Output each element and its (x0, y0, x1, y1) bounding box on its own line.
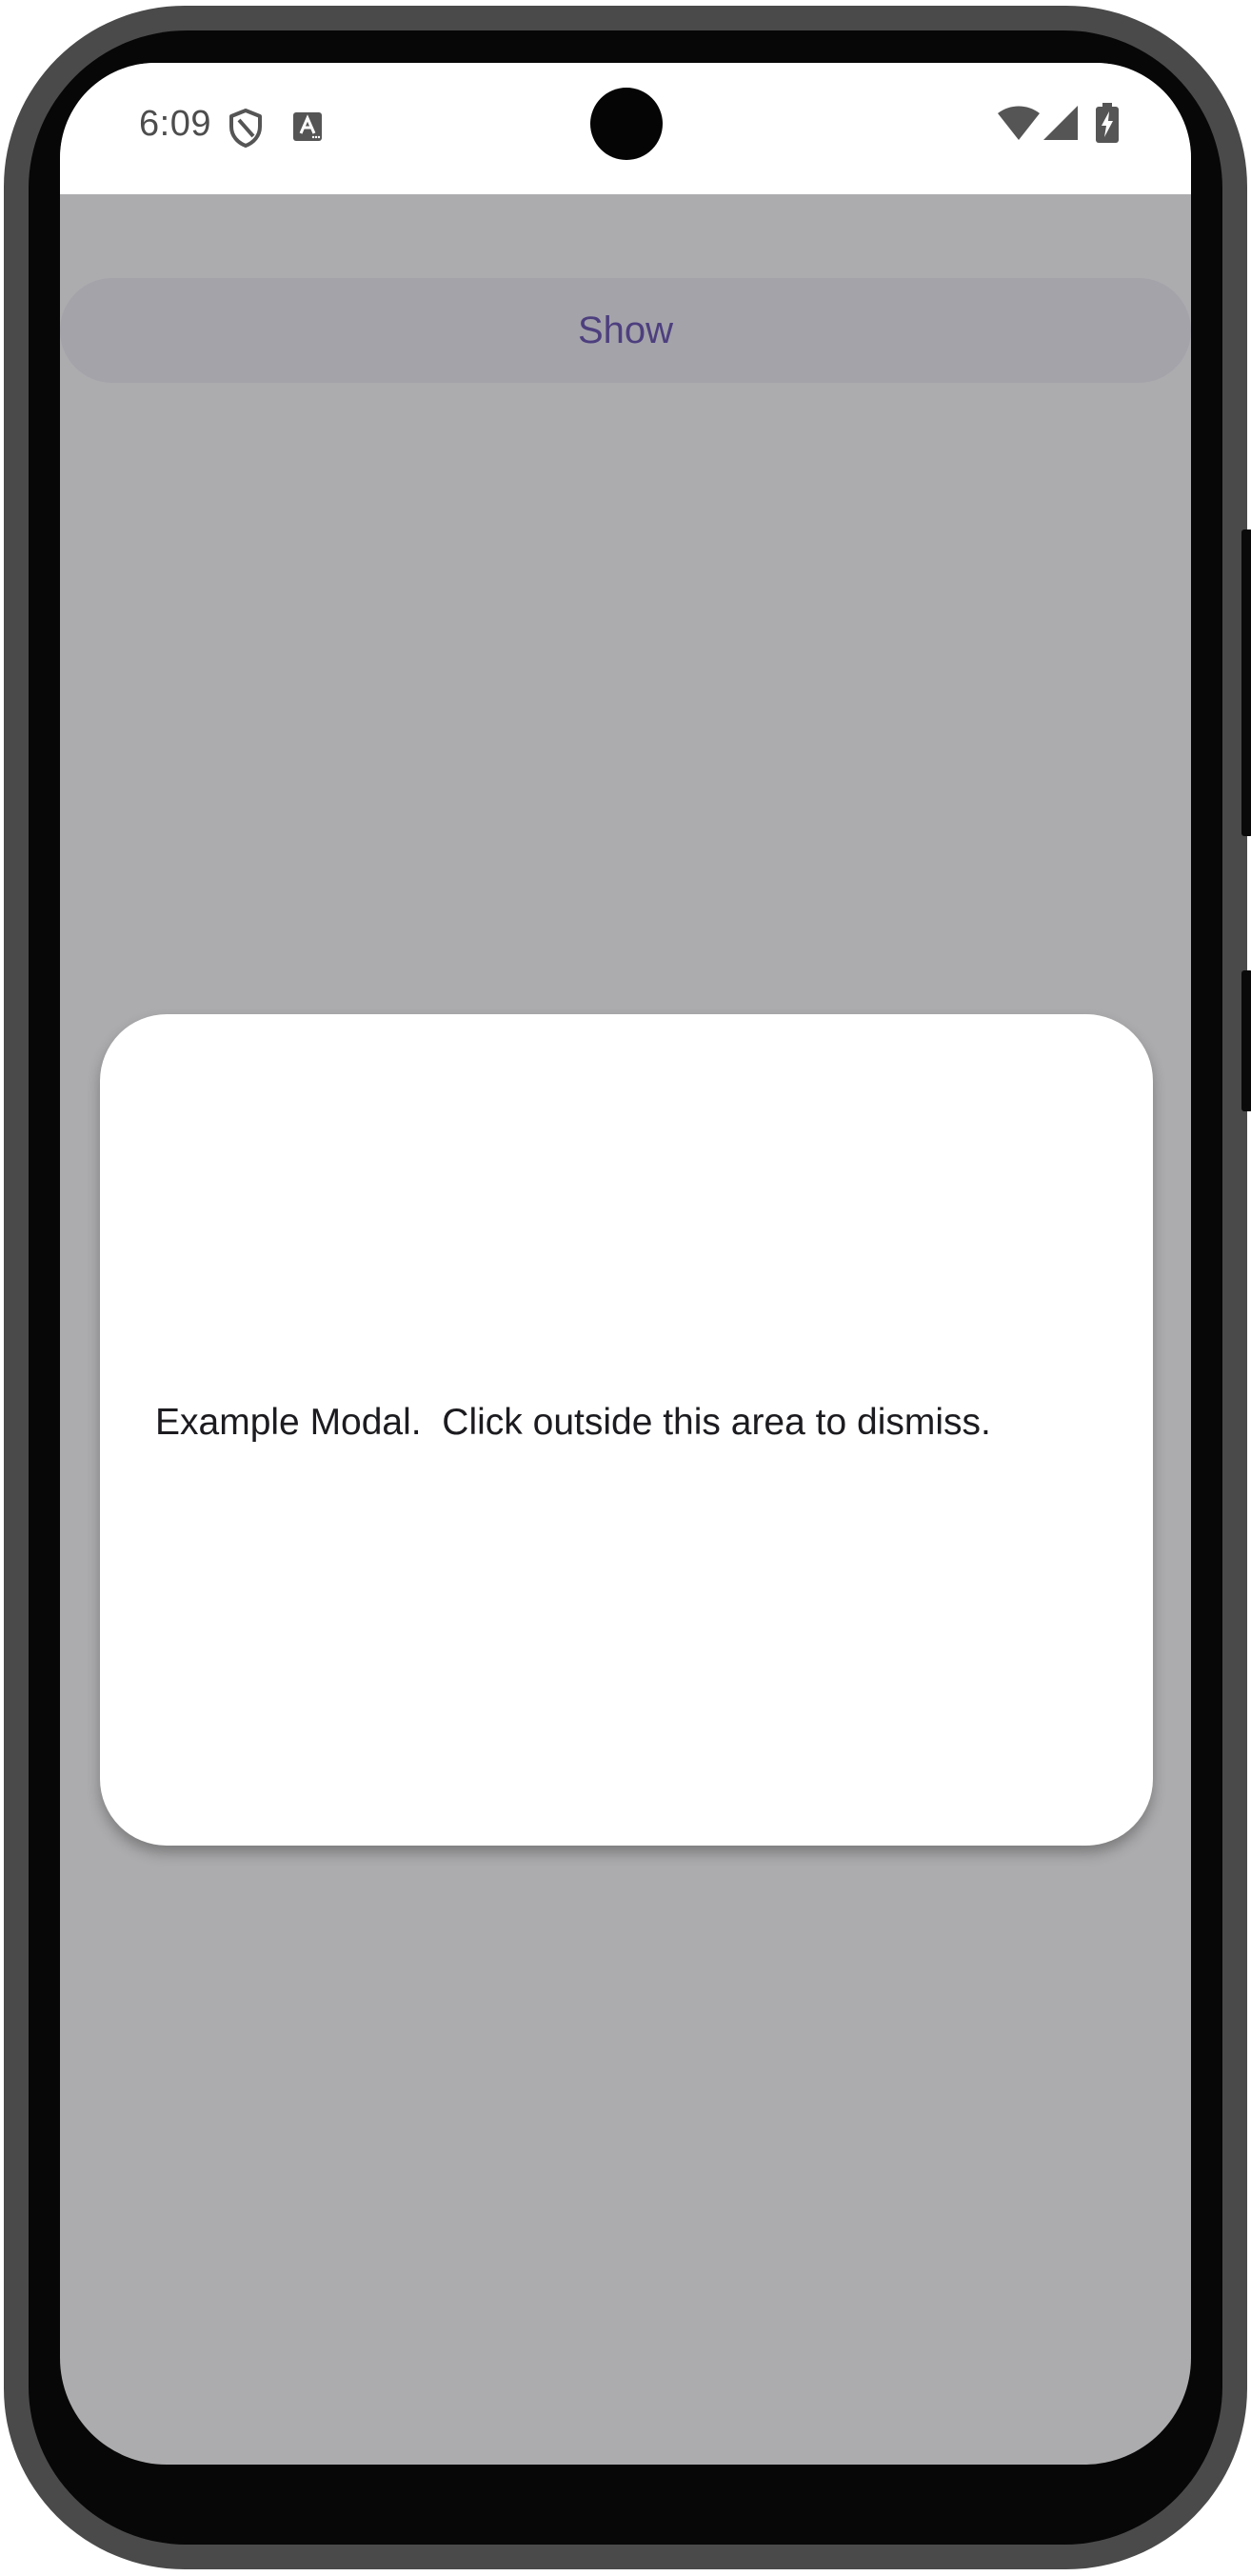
status-bar: 6:09 (60, 63, 1191, 194)
show-button-label: Show (577, 309, 674, 351)
show-button[interactable]: Show (60, 278, 1191, 383)
battery-charging-icon (1096, 103, 1119, 143)
power-button (1241, 529, 1251, 836)
signal-icon (1043, 106, 1078, 140)
modal-message: Example Modal. Click outside this area t… (155, 1402, 991, 1443)
device-mockup: 6:09 Show Example Modal. Click outside t… (0, 0, 1251, 2576)
wifi-icon (998, 106, 1040, 140)
status-time: 6:09 (139, 104, 211, 144)
volume-button (1241, 970, 1251, 1111)
front-camera (590, 88, 663, 160)
screen: 6:09 Show Example Modal. Click outside t… (60, 63, 1191, 2465)
shield-icon (229, 109, 262, 148)
modal-dialog: Example Modal. Click outside this area t… (100, 1014, 1153, 1846)
font-a-icon (293, 112, 322, 141)
